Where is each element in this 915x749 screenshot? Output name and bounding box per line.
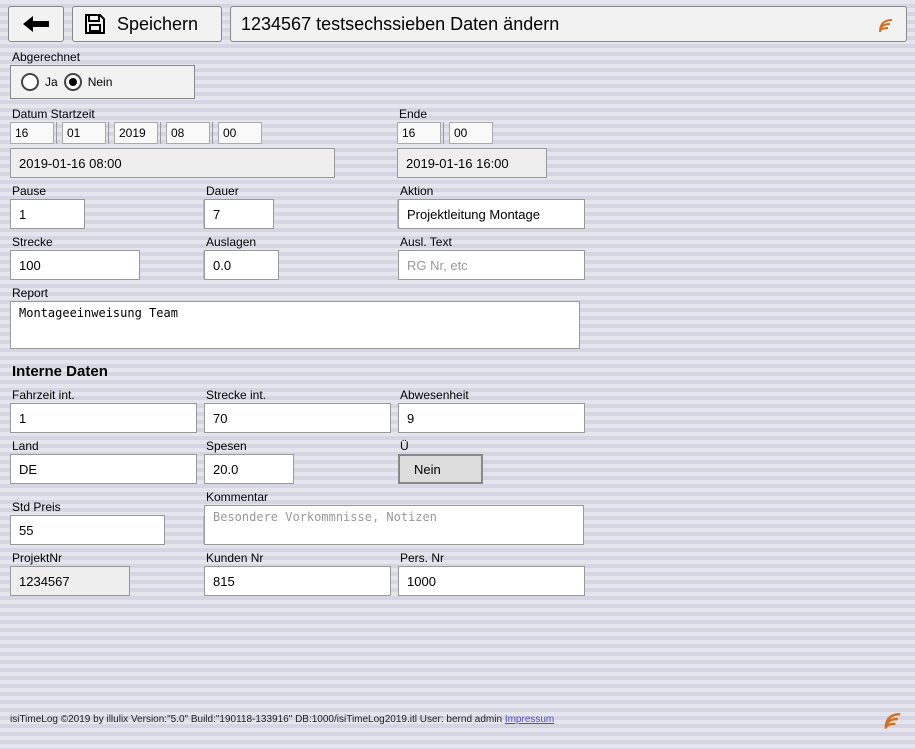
persnr-input[interactable] bbox=[398, 566, 585, 596]
abgerechnet-label: Abgerechnet bbox=[10, 48, 905, 65]
spesen-input[interactable] bbox=[204, 454, 294, 484]
dauer-label: Dauer bbox=[204, 182, 394, 199]
land-label: Land bbox=[10, 437, 200, 454]
pause-label: Pause bbox=[10, 182, 200, 199]
persnr-label: Pers. Nr bbox=[398, 549, 588, 566]
land-input[interactable] bbox=[10, 454, 197, 484]
ue-toggle[interactable]: Nein bbox=[398, 454, 483, 484]
title-bar: 1234567 testsechssieben Daten ändern bbox=[230, 6, 907, 42]
kundennr-input[interactable] bbox=[204, 566, 391, 596]
projektnr-input bbox=[10, 566, 130, 596]
report-input[interactable] bbox=[10, 301, 580, 349]
start-month-input[interactable] bbox=[62, 122, 106, 144]
save-button[interactable]: Speichern bbox=[72, 6, 222, 42]
footer: isiTimeLog ©2019 by illulix Version:"5.0… bbox=[10, 707, 905, 731]
abgerechnet-radio-group: Ja Nein bbox=[10, 65, 195, 99]
footer-text: isiTimeLog ©2019 by illulix Version:"5.0… bbox=[10, 714, 505, 725]
start-year-input[interactable] bbox=[114, 122, 158, 144]
back-button[interactable] bbox=[8, 6, 64, 42]
stdpreis-input[interactable] bbox=[11, 516, 203, 544]
spesen-label: Spesen bbox=[204, 437, 394, 454]
abwesenheit-input[interactable] bbox=[398, 403, 585, 433]
fahrzeit-input[interactable] bbox=[10, 403, 197, 433]
save-icon bbox=[83, 12, 107, 36]
strecke-label: Strecke bbox=[10, 233, 200, 250]
start-display bbox=[10, 148, 335, 178]
ende-display bbox=[397, 148, 547, 178]
report-label: Report bbox=[10, 284, 583, 301]
projektnr-label: ProjektNr bbox=[10, 549, 200, 566]
abgerechnet-ja-radio[interactable] bbox=[21, 73, 39, 91]
fahrzeit-label: Fahrzeit int. bbox=[10, 386, 200, 403]
start-hour-input[interactable] bbox=[166, 122, 210, 144]
abgerechnet-ja-label: Ja bbox=[45, 75, 58, 89]
abgerechnet-nein-label: Nein bbox=[88, 75, 113, 89]
stdpreis-label: Std Preis bbox=[10, 498, 200, 515]
brand-icon bbox=[881, 707, 905, 731]
ende-label: Ende bbox=[397, 105, 587, 122]
auslagen-label: Auslagen bbox=[204, 233, 394, 250]
start-label: Datum Startzeit bbox=[10, 105, 393, 122]
arrow-left-icon bbox=[21, 14, 51, 34]
strecke-input[interactable] bbox=[11, 251, 203, 279]
ende-min-input[interactable] bbox=[449, 122, 493, 144]
kommentar-input[interactable] bbox=[204, 505, 584, 545]
strecke-int-input[interactable] bbox=[204, 403, 391, 433]
auslagen-input[interactable] bbox=[204, 250, 279, 280]
pause-input[interactable] bbox=[11, 200, 203, 228]
save-label: Speichern bbox=[117, 14, 198, 35]
dauer-input[interactable] bbox=[205, 200, 397, 228]
abgerechnet-nein-radio[interactable] bbox=[64, 73, 82, 91]
interne-title: Interne Daten bbox=[10, 349, 905, 386]
page-title: 1234567 testsechssieben Daten ändern bbox=[241, 14, 559, 35]
aktion-label: Aktion bbox=[398, 182, 588, 199]
start-day-input[interactable] bbox=[10, 122, 54, 144]
ausl-text-input[interactable] bbox=[398, 250, 585, 280]
ende-hour-input[interactable] bbox=[397, 122, 441, 144]
aktion-input[interactable] bbox=[398, 199, 585, 229]
strecke-int-label: Strecke int. bbox=[204, 386, 394, 403]
ausl-text-label: Ausl. Text bbox=[398, 233, 588, 250]
kommentar-label: Kommentar bbox=[204, 488, 587, 505]
ue-label: Ü bbox=[398, 437, 588, 454]
impressum-link[interactable]: Impressum bbox=[505, 714, 554, 725]
start-min-input[interactable] bbox=[218, 122, 262, 144]
kundennr-label: Kunden Nr bbox=[204, 549, 394, 566]
brand-icon bbox=[876, 14, 896, 34]
abwesenheit-label: Abwesenheit bbox=[398, 386, 588, 403]
